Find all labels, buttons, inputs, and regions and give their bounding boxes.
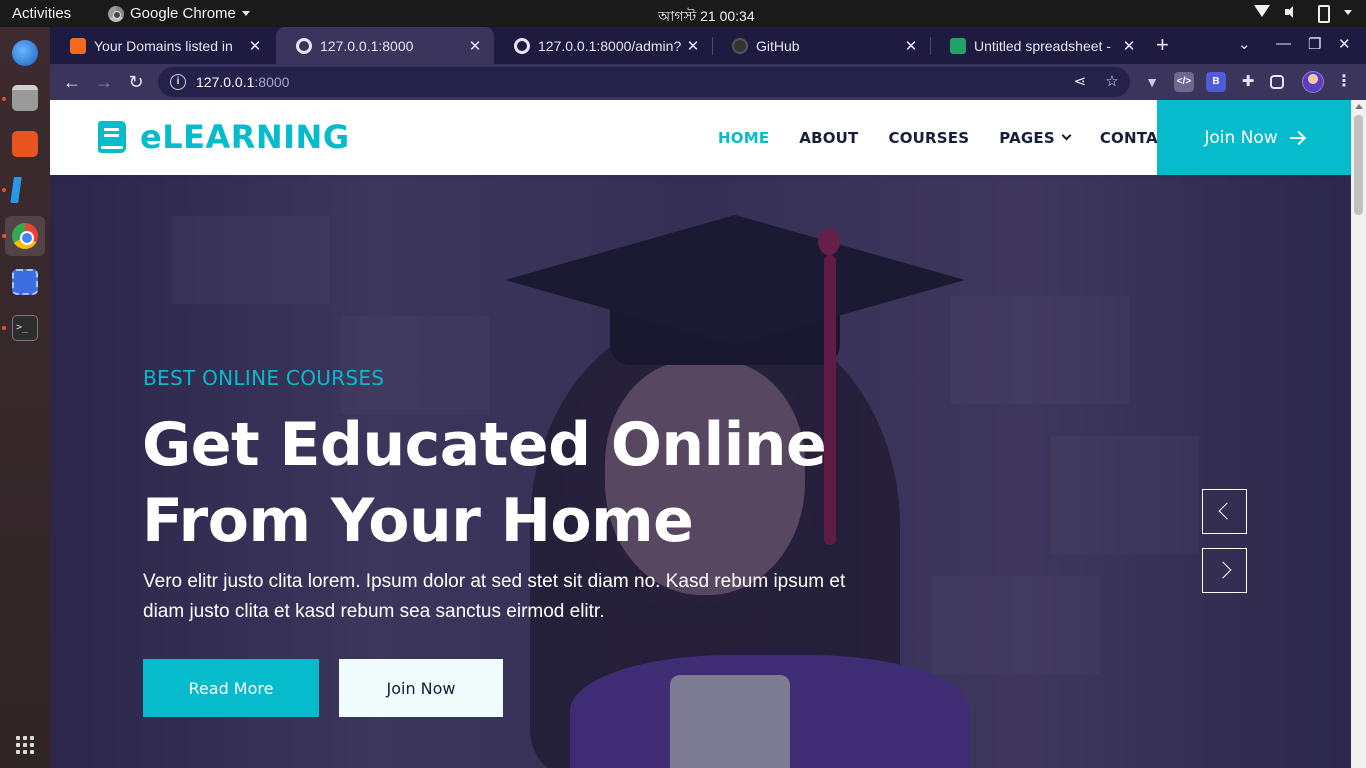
nav-home[interactable]: HOME bbox=[718, 129, 769, 147]
close-icon[interactable]: ✕ bbox=[1120, 37, 1138, 55]
minimize-icon[interactable]: — bbox=[1276, 35, 1291, 52]
nav-courses[interactable]: COURSES bbox=[889, 129, 970, 147]
tab-title: 127.0.0.1:8000 bbox=[320, 37, 414, 54]
system-top-bar: Activities Google Chrome আগস্ট 21 00:34 bbox=[0, 0, 1366, 27]
vue-devtools-icon[interactable]: ▼ bbox=[1142, 72, 1162, 92]
bookmark-star-icon[interactable]: ☆ bbox=[1102, 67, 1122, 97]
caret-down-icon bbox=[241, 11, 250, 16]
dock-terminal[interactable]: >_ bbox=[5, 308, 45, 348]
tab-strip: Your Domains listed in ✕ 127.0.0.1:8000 … bbox=[50, 27, 1366, 64]
read-more-button[interactable]: Read More bbox=[143, 659, 319, 717]
chevron-right-icon bbox=[1214, 561, 1232, 579]
chevron-down-icon bbox=[1061, 130, 1072, 141]
files-icon bbox=[12, 85, 38, 111]
system-tray[interactable] bbox=[1254, 4, 1352, 23]
site-logo[interactable]: eLEARNING bbox=[98, 118, 350, 156]
book-icon bbox=[98, 121, 126, 153]
software-store-icon bbox=[12, 131, 38, 157]
hero-title: Get Educated Online From Your Home bbox=[142, 410, 827, 556]
bootstrap-extension-icon[interactable]: B bbox=[1206, 72, 1226, 92]
nav-pages-label: PAGES bbox=[999, 128, 1055, 147]
site-menu: HOME ABOUT COURSES PAGES CONTACT bbox=[718, 100, 1209, 175]
vscode-icon bbox=[10, 177, 40, 203]
tab-admin[interactable]: 127.0.0.1:8000/admin? ✕ bbox=[494, 27, 712, 64]
browser-window: Your Domains listed in ✕ 127.0.0.1:8000 … bbox=[50, 27, 1366, 100]
volume-icon bbox=[1284, 4, 1300, 20]
tab-title: Your Domains listed in bbox=[94, 37, 233, 54]
carousel-next-button[interactable] bbox=[1202, 548, 1247, 593]
dock-chrome[interactable] bbox=[5, 216, 45, 256]
wifi-icon bbox=[1254, 4, 1270, 20]
tab-domains[interactable]: Your Domains listed in ✕ bbox=[50, 27, 274, 64]
sheets-icon bbox=[950, 37, 966, 54]
orange-app-icon bbox=[70, 37, 86, 54]
forward-icon[interactable]: → bbox=[92, 70, 116, 94]
activities-button[interactable]: Activities bbox=[12, 5, 71, 22]
globe-icon bbox=[514, 37, 530, 54]
app-menu-label: Google Chrome bbox=[130, 5, 236, 22]
dock-software-store[interactable] bbox=[5, 124, 45, 164]
profile-avatar[interactable] bbox=[1302, 71, 1324, 93]
globe-icon bbox=[296, 37, 312, 54]
close-icon[interactable]: ✕ bbox=[902, 37, 920, 55]
brand-name: eLEARNING bbox=[140, 118, 350, 156]
site-info-icon[interactable]: i bbox=[170, 74, 186, 90]
share-icon[interactable]: ⋖ bbox=[1070, 67, 1090, 97]
hero-join-now-button[interactable]: Join Now bbox=[339, 659, 503, 717]
dock-files[interactable] bbox=[5, 78, 45, 118]
tab-github[interactable]: GitHub ✕ bbox=[712, 27, 930, 64]
arrow-right-icon bbox=[1289, 131, 1304, 145]
tab-title: GitHub bbox=[756, 37, 800, 54]
join-now-label: Join Now bbox=[1204, 127, 1278, 148]
close-icon[interactable]: ✕ bbox=[246, 37, 264, 55]
dock: >_ bbox=[0, 27, 50, 768]
nav-about[interactable]: ABOUT bbox=[799, 129, 858, 147]
screenshot-icon bbox=[12, 269, 38, 295]
tab-spreadsheet[interactable]: Untitled spreadsheet - ✕ bbox=[930, 27, 1148, 64]
tab-search-icon[interactable]: ⌄ bbox=[1238, 35, 1251, 53]
tab-title: 127.0.0.1:8000/admin? bbox=[538, 37, 682, 54]
extensions-puzzle-icon[interactable]: ✚ bbox=[1238, 72, 1258, 92]
dock-screenshot[interactable] bbox=[5, 262, 45, 302]
scrollbar-thumb[interactable] bbox=[1354, 115, 1363, 215]
caret-down-icon bbox=[1344, 9, 1352, 15]
close-icon[interactable]: ✕ bbox=[684, 37, 702, 55]
scroll-up-icon[interactable] bbox=[1355, 104, 1363, 109]
maximize-icon[interactable]: ❐ bbox=[1308, 35, 1321, 53]
apps-grid-icon[interactable] bbox=[16, 736, 34, 754]
chrome-icon bbox=[12, 223, 38, 249]
terminal-icon: >_ bbox=[12, 315, 38, 341]
site-navbar: eLEARNING HOME ABOUT COURSES PAGES CONTA… bbox=[50, 100, 1351, 175]
dock-vscode[interactable] bbox=[5, 170, 45, 210]
hero-subtitle: BEST ONLINE COURSES bbox=[143, 366, 385, 390]
side-panel-icon[interactable] bbox=[1270, 75, 1284, 89]
tab-title: Untitled spreadsheet - bbox=[974, 37, 1111, 54]
chrome-icon bbox=[108, 5, 124, 22]
browser-toolbar: ← → ↻ i 127.0.0.1:8000 ⋖ ☆ ▼ </> B ✚ ⋮ bbox=[50, 64, 1366, 100]
battery-icon bbox=[1314, 4, 1330, 23]
carousel-prev-button[interactable] bbox=[1202, 489, 1247, 534]
join-now-button[interactable]: Join Now bbox=[1157, 100, 1351, 175]
page-scrollbar[interactable] bbox=[1351, 100, 1366, 768]
chevron-left-icon bbox=[1218, 502, 1236, 520]
code-extension-icon[interactable]: </> bbox=[1174, 72, 1194, 92]
github-icon bbox=[732, 37, 748, 54]
more-menu-icon[interactable]: ⋮ bbox=[1334, 72, 1354, 92]
clock[interactable]: আগস্ট 21 00:34 bbox=[658, 5, 755, 29]
hero-carousel: BEST ONLINE COURSES Get Educated Online … bbox=[50, 175, 1351, 768]
reload-icon[interactable]: ↻ bbox=[124, 70, 148, 94]
tab-localhost[interactable]: 127.0.0.1:8000 ✕ bbox=[276, 27, 494, 64]
thunderbird-icon bbox=[12, 40, 38, 66]
page-viewport: eLEARNING HOME ABOUT COURSES PAGES CONTA… bbox=[50, 100, 1351, 768]
new-tab-button[interactable]: + bbox=[1156, 33, 1169, 57]
address-bar[interactable]: i 127.0.0.1:8000 ⋖ ☆ bbox=[158, 67, 1130, 97]
close-icon[interactable]: ✕ bbox=[466, 37, 484, 55]
close-window-icon[interactable]: ✕ bbox=[1338, 35, 1351, 53]
url-text: 127.0.0.1:8000 bbox=[196, 74, 290, 90]
nav-pages[interactable]: PAGES bbox=[999, 128, 1072, 147]
app-menu[interactable]: Google Chrome bbox=[108, 5, 250, 22]
dock-thunderbird[interactable] bbox=[5, 33, 45, 73]
hero-description: Vero elitr justo clita lorem. Ipsum dolo… bbox=[143, 571, 846, 622]
back-icon[interactable]: ← bbox=[60, 70, 84, 94]
